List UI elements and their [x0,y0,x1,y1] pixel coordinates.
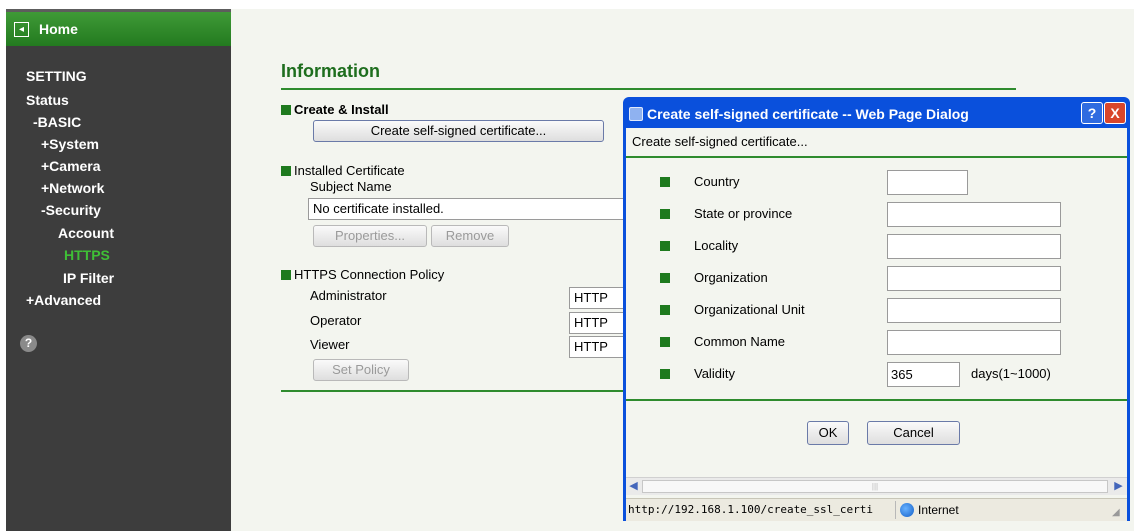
bullet-square-icon [660,241,670,251]
set-policy-button[interactable]: Set Policy [313,359,409,381]
bullet-square-icon [281,270,291,280]
create-install-heading: Create & Install [281,102,389,117]
subject-name-field: No certificate installed. [308,198,626,220]
resize-grip-icon[interactable]: ◢ [1112,507,1124,519]
org-unit-label: Organizational Unit [694,302,805,317]
state-label: State or province [694,206,793,221]
installed-certificate-label: Installed Certificate [294,163,405,178]
sidebar-item-account[interactable]: Account [58,225,114,241]
country-input[interactable] [887,170,968,195]
state-input[interactable] [887,202,1061,227]
sidebar-item-status[interactable]: Status [26,92,69,108]
scroll-right-icon[interactable]: ▶ [1112,480,1125,493]
scroll-left-icon[interactable]: ◀ [627,480,640,493]
horizontal-scrollbar[interactable]: ◀ ||| ▶ [626,477,1127,495]
back-arrow-icon: ◂ [14,22,29,37]
subject-name-label: Subject Name [310,179,392,194]
dialog-top-divider [626,156,1127,158]
policy-role-administrator: Administrator [310,288,387,303]
locality-label: Locality [694,238,739,253]
bullet-square-icon [660,337,670,347]
cancel-button[interactable]: Cancel [867,421,960,445]
country-label: Country [694,174,740,189]
sidebar: ◂ Home SETTING Status -BASIC +System +Ca… [6,9,231,531]
page-title: Information [281,61,380,81]
create-self-signed-button[interactable]: Create self-signed certificate... [313,120,604,142]
org-unit-input[interactable] [887,298,1061,323]
organization-label: Organization [694,270,768,285]
sidebar-item-ip-filter[interactable]: IP Filter [63,270,114,286]
ie-dialog-icon [629,107,643,121]
common-name-input[interactable] [887,330,1061,355]
bullet-square-icon [281,166,291,176]
policy-select-administrator[interactable]: HTTP [569,287,626,309]
https-policy-heading: HTTPS Connection Policy [281,267,444,282]
ok-button[interactable]: OK [807,421,849,445]
dialog-subtitle: Create self-signed certificate... [632,134,808,149]
dialog-help-button[interactable]: ? [1081,102,1103,124]
sidebar-item-https[interactable]: HTTPS [64,247,110,263]
sidebar-item-network[interactable]: +Network [41,180,104,196]
policy-select-operator[interactable]: HTTP [569,312,626,334]
globe-icon [900,503,914,517]
status-zone: Internet [918,503,959,517]
dialog-close-button[interactable]: X [1104,102,1126,124]
status-url: http://192.168.1.100/create_ssl_certi [628,501,896,519]
policy-select-viewer[interactable]: HTTP [569,336,626,358]
validity-label: Validity [694,366,735,381]
https-policy-label: HTTPS Connection Policy [294,267,445,282]
remove-button[interactable]: Remove [431,225,509,247]
title-divider [281,88,1016,90]
help-icon[interactable]: ? [20,335,37,352]
bullet-square-icon [660,273,670,283]
policy-role-viewer: Viewer [310,337,350,352]
sidebar-heading-setting: SETTING [26,68,87,84]
dialog-status-bar: http://192.168.1.100/create_ssl_certi In… [626,498,1127,521]
section-divider [281,390,626,392]
create-install-label: Create & Install [294,102,389,117]
installed-certificate-heading: Installed Certificate [281,163,405,178]
scroll-thumb[interactable]: ||| [642,480,1108,493]
sidebar-item-system[interactable]: +System [41,136,99,152]
sidebar-item-advanced[interactable]: +Advanced [26,292,101,308]
common-name-label: Common Name [694,334,786,349]
bullet-square-icon [660,209,670,219]
sidebar-item-security[interactable]: -Security [41,202,101,218]
validity-suffix: days(1~1000) [971,366,1051,381]
bullet-square-icon [660,177,670,187]
bullet-square-icon [281,105,291,115]
dialog-title: Create self-signed certificate -- Web Pa… [647,106,969,122]
dialog-body: Create self-signed certificate... Countr… [626,128,1127,498]
certificate-dialog: Create self-signed certificate -- Web Pa… [623,97,1130,521]
policy-role-operator: Operator [310,313,362,328]
locality-input[interactable] [887,234,1061,259]
home-label: Home [39,21,78,37]
organization-input[interactable] [887,266,1061,291]
bullet-square-icon [660,305,670,315]
validity-input[interactable]: 365 [887,362,960,387]
sidebar-item-basic[interactable]: -BASIC [33,114,81,130]
bullet-square-icon [660,369,670,379]
sidebar-item-camera[interactable]: +Camera [41,158,101,174]
properties-button[interactable]: Properties... [313,225,427,247]
dialog-bottom-divider [626,399,1127,401]
home-link[interactable]: ◂ Home [6,9,231,46]
